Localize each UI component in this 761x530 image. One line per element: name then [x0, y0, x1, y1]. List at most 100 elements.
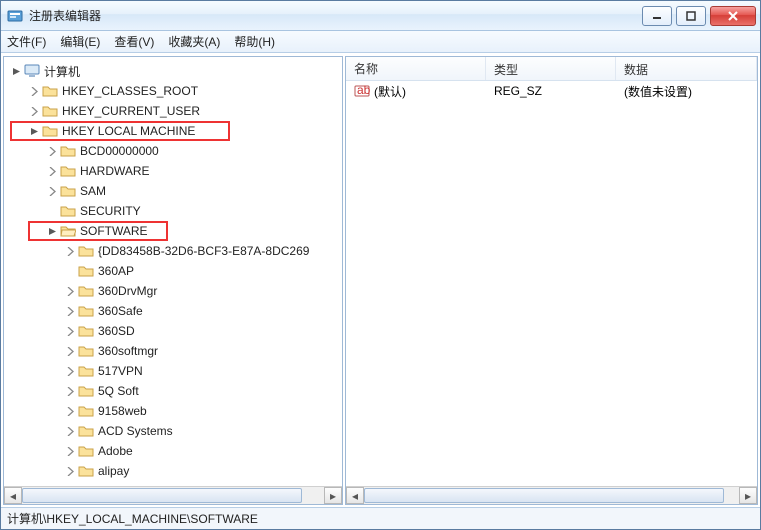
scroll-left-button[interactable]: ◂ — [346, 487, 364, 504]
menubar: 文件(F) 编辑(E) 查看(V) 收藏夹(A) 帮助(H) — [1, 31, 760, 53]
tree-label: 360DrvMgr — [98, 284, 157, 298]
tree-label: alipay — [98, 464, 129, 478]
list-header[interactable]: 名称 类型 数据 — [346, 57, 757, 81]
tree-root[interactable]: 计算机 — [4, 61, 342, 81]
scroll-right-button[interactable]: ▸ — [324, 487, 342, 504]
expand-icon[interactable] — [64, 305, 76, 317]
tree-hklm[interactable]: HKEY LOCAL MACHINE — [10, 121, 230, 141]
tree-hkcr[interactable]: HKEY_CLASSES_ROOT — [4, 81, 342, 101]
tree-item[interactable]: 360AP — [4, 261, 342, 281]
list-row[interactable]: ab (默认) REG_SZ (数值未设置) — [346, 81, 757, 101]
tree-label: HKEY_CLASSES_ROOT — [62, 84, 198, 98]
collapse-icon[interactable] — [10, 65, 22, 77]
computer-icon — [24, 63, 40, 79]
expand-icon[interactable] — [64, 385, 76, 397]
scroll-left-button[interactable]: ◂ — [4, 487, 22, 504]
menu-view[interactable]: 查看(V) — [114, 33, 154, 50]
tree-item[interactable]: ACD Systems — [4, 421, 342, 441]
folder-icon — [78, 263, 94, 279]
minimize-button[interactable] — [642, 6, 672, 26]
list-body[interactable]: ab (默认) REG_SZ (数值未设置) — [346, 81, 757, 486]
header-data[interactable]: 数据 — [616, 57, 757, 80]
folder-icon — [42, 103, 58, 119]
tree-item[interactable]: Adobe — [4, 441, 342, 461]
expand-icon[interactable] — [64, 245, 76, 257]
expand-icon[interactable] — [64, 285, 76, 297]
statusbar: 计算机\HKEY_LOCAL_MACHINE\SOFTWARE — [1, 507, 760, 529]
expand-icon[interactable] — [46, 185, 58, 197]
expand-icon[interactable] — [46, 145, 58, 157]
close-button[interactable] — [710, 6, 756, 26]
value-type: REG_SZ — [486, 82, 616, 100]
tree-security[interactable]: SECURITY — [4, 201, 342, 221]
tree-item[interactable]: 360softmgr — [4, 341, 342, 361]
folder-icon — [42, 83, 58, 99]
tree-bcd[interactable]: BCD00000000 — [4, 141, 342, 161]
folder-icon — [78, 443, 94, 459]
tree-label: SECURITY — [80, 204, 141, 218]
tree-item[interactable]: 360SD — [4, 321, 342, 341]
tree-sam[interactable]: SAM — [4, 181, 342, 201]
expand-icon[interactable] — [64, 325, 76, 337]
folder-icon — [78, 423, 94, 439]
tree-label: 5Q Soft — [98, 384, 139, 398]
expand-icon[interactable] — [28, 85, 40, 97]
registry-tree[interactable]: 计算机 HKEY_CLASSES_ROOT HKEY_CURRENT_USER — [4, 57, 342, 486]
tree-label: 360AP — [98, 264, 134, 278]
tree-item[interactable]: 360Safe — [4, 301, 342, 321]
menu-edit[interactable]: 编辑(E) — [60, 33, 100, 50]
expand-icon[interactable] — [64, 365, 76, 377]
tree-item[interactable]: alipay — [4, 461, 342, 481]
scroll-right-button[interactable]: ▸ — [739, 487, 757, 504]
expand-icon[interactable] — [28, 105, 40, 117]
scroll-thumb[interactable] — [364, 488, 724, 503]
folder-icon — [60, 163, 76, 179]
tree-label: 360SD — [98, 324, 135, 338]
tree-item[interactable]: 517VPN — [4, 361, 342, 381]
expand-icon[interactable] — [64, 465, 76, 477]
svg-text:ab: ab — [357, 83, 370, 97]
tree-label: 9158web — [98, 404, 147, 418]
tree-item[interactable]: {DD83458B-32D6-BCF3-E87A-8DC269 — [4, 241, 342, 261]
tree-label: {DD83458B-32D6-BCF3-E87A-8DC269 — [98, 244, 309, 258]
value-data: (数值未设置) — [616, 81, 757, 102]
folder-icon — [78, 303, 94, 319]
menu-favorites[interactable]: 收藏夹(A) — [168, 33, 220, 50]
tree-software[interactable]: SOFTWARE — [28, 221, 168, 241]
expand-icon[interactable] — [64, 345, 76, 357]
tree-hscrollbar[interactable]: ◂ ▸ — [4, 486, 342, 504]
collapse-icon[interactable] — [28, 125, 40, 137]
expand-icon[interactable] — [64, 405, 76, 417]
tree-hardware[interactable]: HARDWARE — [4, 161, 342, 181]
folder-icon — [42, 123, 58, 139]
header-name[interactable]: 名称 — [346, 57, 486, 80]
header-type[interactable]: 类型 — [486, 57, 616, 80]
folder-icon — [78, 403, 94, 419]
expand-icon[interactable] — [64, 445, 76, 457]
tree-hkcu[interactable]: HKEY_CURRENT_USER — [4, 101, 342, 121]
menu-file[interactable]: 文件(F) — [7, 33, 46, 50]
tree-label: BCD00000000 — [80, 144, 159, 158]
collapse-icon[interactable] — [46, 225, 58, 237]
folder-icon — [78, 243, 94, 259]
tree-pane: 计算机 HKEY_CLASSES_ROOT HKEY_CURRENT_USER — [3, 56, 343, 505]
list-hscrollbar[interactable]: ◂ ▸ — [346, 486, 757, 504]
titlebar[interactable]: 注册表编辑器 — [1, 1, 760, 31]
maximize-button[interactable] — [676, 6, 706, 26]
tree-item[interactable]: 5Q Soft — [4, 381, 342, 401]
expand-icon[interactable] — [64, 425, 76, 437]
folder-icon — [78, 463, 94, 479]
scroll-thumb[interactable] — [22, 488, 302, 503]
app-icon — [7, 8, 23, 24]
menu-help[interactable]: 帮助(H) — [234, 33, 275, 50]
tree-item[interactable]: 360DrvMgr — [4, 281, 342, 301]
window-buttons — [638, 6, 756, 26]
tree-label: 517VPN — [98, 364, 143, 378]
value-name: (默认) — [374, 83, 406, 100]
tree-label: HKEY_CURRENT_USER — [62, 104, 200, 118]
tree-label: SOFTWARE — [80, 224, 148, 238]
folder-icon — [78, 343, 94, 359]
tree-label: HKEY LOCAL MACHINE — [62, 124, 195, 138]
expand-icon[interactable] — [46, 165, 58, 177]
tree-item[interactable]: 9158web — [4, 401, 342, 421]
